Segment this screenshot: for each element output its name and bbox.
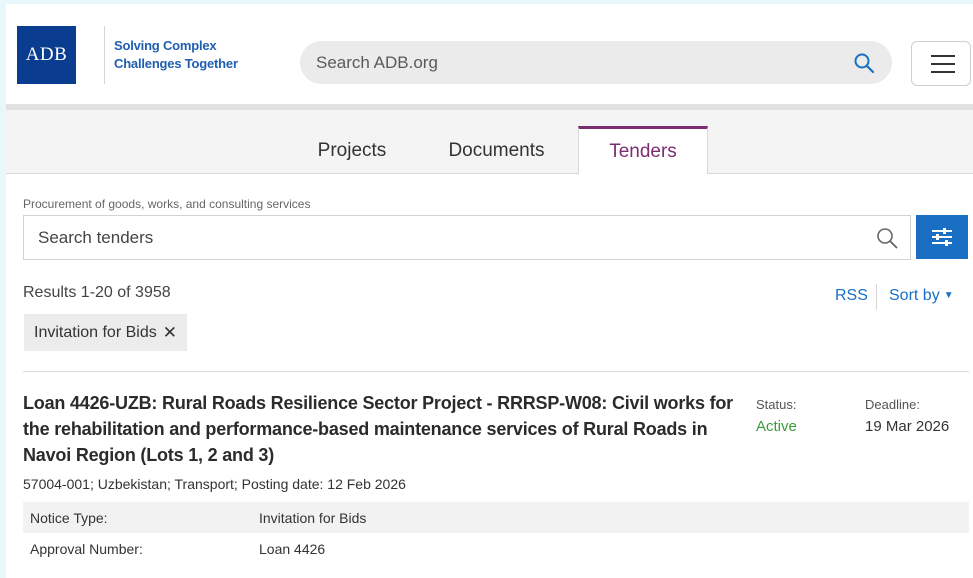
results-divider [876, 284, 877, 310]
adb-logo[interactable]: ADB [17, 26, 76, 84]
tagline: Solving Complex Challenges Together [114, 37, 274, 73]
search-icon[interactable] [875, 226, 899, 250]
detail-value: Loan 4426 [259, 540, 326, 557]
status-badge: Active [756, 418, 797, 435]
hamburger-icon-line [931, 63, 955, 65]
rss-link[interactable]: RSS [835, 287, 868, 305]
site-search-input[interactable] [316, 41, 836, 84]
deadline-label: Deadline: [865, 397, 920, 412]
table-row: Approval Number: Loan 4426 [23, 533, 969, 564]
page-frame: ADB Solving Complex Challenges Together … [6, 4, 973, 578]
detail-key: Approval Number: [30, 540, 143, 557]
table-row: Notice Type: Invitation for Bids [23, 502, 969, 533]
filter-settings-button[interactable] [916, 215, 968, 259]
tagline-line-2: Challenges Together [114, 56, 238, 71]
menu-button[interactable] [911, 41, 971, 86]
results-count: Results 1-20 of 3958 [23, 284, 171, 301]
tab-documents[interactable]: Documents [434, 127, 559, 174]
tender-search-label: Procurement of goods, works, and consult… [23, 197, 311, 211]
tender-title-link[interactable]: Loan 4426-UZB: Rural Roads Resilience Se… [23, 390, 753, 468]
site-search-box [300, 41, 892, 84]
list-divider [23, 371, 969, 372]
sort-by-dropdown[interactable]: Sort by ▼ [889, 287, 954, 305]
site-header: ADB Solving Complex Challenges Together [6, 4, 973, 104]
hamburger-icon-line [931, 71, 955, 73]
tender-search-input[interactable] [38, 216, 858, 259]
close-icon[interactable]: ✕ [163, 323, 177, 343]
tab-tenders[interactable]: Tenders [578, 126, 708, 174]
tender-meta: 57004-001; Uzbekistan; Transport; Postin… [23, 476, 406, 492]
status-label: Status: [756, 397, 797, 412]
tab-bar: Projects Documents Tenders [6, 110, 973, 174]
search-icon[interactable] [852, 51, 876, 75]
tagline-line-1: Solving Complex [114, 38, 217, 53]
detail-value: Invitation for Bids [259, 509, 367, 526]
sort-by-label: Sort by [889, 287, 940, 304]
caret-down-icon: ▼ [943, 290, 954, 301]
tab-projects[interactable]: Projects [302, 127, 402, 174]
tender-details-table: Notice Type: Invitation for Bids Approva… [23, 502, 969, 564]
hamburger-icon-line [931, 55, 955, 57]
logo-text: ADB [25, 44, 68, 65]
deadline-value: 19 Mar 2026 [865, 418, 950, 435]
detail-key: Notice Type: [30, 509, 108, 526]
tender-search-box [23, 215, 911, 260]
filter-chip[interactable]: Invitation for Bids ✕ [24, 314, 187, 351]
filter-chip-label: Invitation for Bids [34, 323, 157, 341]
sliders-icon [932, 228, 952, 246]
logo-divider [104, 26, 105, 84]
